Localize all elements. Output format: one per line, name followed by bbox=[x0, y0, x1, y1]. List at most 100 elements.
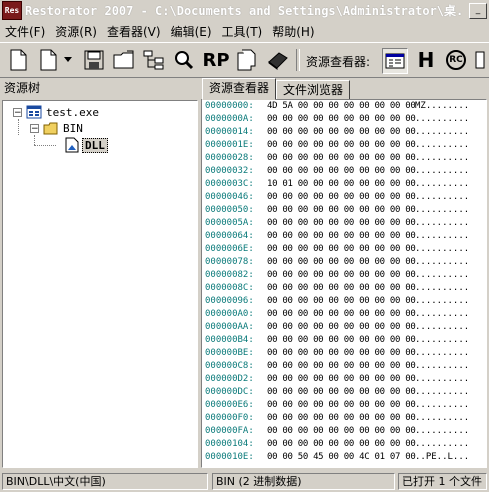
hex-row[interactable]: 0000005A: 00 00 00 00 00 00 00 00 00 00..… bbox=[202, 217, 486, 230]
minimize-button[interactable]: _ bbox=[469, 3, 487, 19]
hex-bytes: 00 00 00 00 00 00 00 00 00 00 bbox=[267, 166, 416, 176]
hex-row[interactable]: 00000028: 00 00 00 00 00 00 00 00 00 00..… bbox=[202, 152, 486, 165]
status-opened: 已打开 1 个文件 bbox=[398, 473, 487, 490]
hex-address: 00000078: bbox=[205, 257, 254, 267]
rp-button[interactable]: RP bbox=[202, 48, 229, 72]
hex-address: 000000A0: bbox=[205, 309, 254, 319]
hex-row[interactable]: 00000082: 00 00 00 00 00 00 00 00 00 00..… bbox=[202, 269, 486, 282]
status-type: BIN (2 进制数据) bbox=[212, 473, 395, 490]
hex-bytes: 00 00 00 00 00 00 00 00 00 00 bbox=[267, 335, 416, 345]
hex-row[interactable]: 000000E6: 00 00 00 00 00 00 00 00 00 00..… bbox=[202, 399, 486, 412]
menu-tools[interactable]: 工具(T) bbox=[217, 23, 268, 40]
hex-row[interactable]: 00000050: 00 00 00 00 00 00 00 00 00 00..… bbox=[202, 204, 486, 217]
toolbar: RP 资源查看器: H RC bbox=[0, 42, 489, 78]
search-icon bbox=[175, 51, 194, 70]
hex-row[interactable]: 000000AA: 00 00 00 00 00 00 00 00 00 00..… bbox=[202, 321, 486, 334]
hex-row[interactable]: 00000014: 00 00 00 00 00 00 00 00 00 00..… bbox=[202, 126, 486, 139]
hex-bytes: 00 00 00 00 00 00 00 00 00 00 bbox=[267, 296, 416, 306]
hex-address: 00000050: bbox=[205, 205, 254, 215]
tree-label-leaf: DLL bbox=[82, 137, 108, 153]
tree-node-folder[interactable]: − BIN bbox=[30, 120, 83, 136]
hex-row[interactable]: 0000000A: 00 00 00 00 00 00 00 00 00 00..… bbox=[202, 113, 486, 126]
hex-row[interactable]: 000000F0: 00 00 00 00 00 00 00 00 00 00..… bbox=[202, 412, 486, 425]
app-icon[interactable]: Res bbox=[2, 1, 22, 20]
hex-row[interactable]: 00000032: 00 00 00 00 00 00 00 00 00 00..… bbox=[202, 165, 486, 178]
find-button[interactable] bbox=[172, 48, 196, 72]
hex-bytes: 10 01 00 00 00 00 00 00 00 00 bbox=[267, 179, 416, 189]
resource-tree[interactable]: − test.exe − BIN DLL bbox=[2, 100, 198, 468]
hex-row[interactable]: 000000FA: 00 00 00 00 00 00 00 00 00 00..… bbox=[202, 425, 486, 438]
hex-bytes: 00 00 00 00 00 00 00 00 00 00 bbox=[267, 140, 416, 150]
collapse-icon[interactable]: − bbox=[30, 123, 39, 133]
hex-row[interactable]: 000000A0: 00 00 00 00 00 00 00 00 00 00..… bbox=[202, 308, 486, 321]
new-file-icon bbox=[10, 49, 27, 71]
hex-row[interactable]: 00000000: 4D 5A 00 00 00 00 00 00 00 00 MZ… bbox=[202, 100, 486, 113]
hex-bytes: 00 00 00 00 00 00 00 00 00 00 bbox=[267, 231, 416, 241]
book-icon bbox=[268, 52, 288, 70]
rc-view-button[interactable]: RC bbox=[444, 48, 468, 72]
tree-label-root: test.exe bbox=[46, 105, 99, 119]
hex-row[interactable]: 00000064: 00 00 00 00 00 00 00 00 00 00..… bbox=[202, 230, 486, 243]
open-file-button[interactable] bbox=[36, 48, 60, 72]
h-view-button[interactable]: H bbox=[414, 48, 438, 72]
tab-resource-viewer[interactable]: 资源查看器 bbox=[202, 78, 277, 100]
menu-edit[interactable]: 编辑(E) bbox=[166, 23, 217, 40]
hex-row[interactable]: 0000003C: 10 01 00 00 00 00 00 00 00 00..… bbox=[202, 178, 486, 191]
open-dropdown-button[interactable] bbox=[62, 48, 74, 72]
hex-row[interactable]: 000000BE: 00 00 00 00 00 00 00 00 00 00..… bbox=[202, 347, 486, 360]
hex-row[interactable]: 00000078: 00 00 00 00 00 00 00 00 00 00..… bbox=[202, 256, 486, 269]
window-title: Restorator 2007 - C:\Documents and Setti… bbox=[25, 4, 465, 18]
tree-connector bbox=[18, 119, 19, 135]
hex-row[interactable]: 0000008C: 00 00 00 00 00 00 00 00 00 00..… bbox=[202, 282, 486, 295]
hex-row[interactable]: 000000B4: 00 00 00 00 00 00 00 00 00 00..… bbox=[202, 334, 486, 347]
copy-pages-button[interactable] bbox=[234, 48, 258, 72]
hex-viewer[interactable]: 00000000: 4D 5A 00 00 00 00 00 00 00 00 MZ… bbox=[201, 99, 487, 468]
hex-ascii: .......... bbox=[415, 114, 470, 124]
tree-node-root[interactable]: − test.exe bbox=[13, 104, 99, 120]
resource-tree-title: 资源树 bbox=[4, 81, 41, 95]
hex-ascii: .......... bbox=[415, 140, 470, 150]
hex-ascii: .......... bbox=[415, 153, 470, 163]
hex-address: 00000046: bbox=[205, 192, 254, 202]
hex-ascii: .......... bbox=[415, 413, 470, 423]
hex-row[interactable]: 00000046: 00 00 00 00 00 00 00 00 00 00..… bbox=[202, 191, 486, 204]
hex-address: 000000C8: bbox=[205, 361, 254, 371]
hex-ascii: .......... bbox=[415, 127, 470, 137]
hex-row[interactable]: 00000096: 00 00 00 00 00 00 00 00 00 00..… bbox=[202, 295, 486, 308]
bookmark-button[interactable] bbox=[266, 48, 290, 72]
more-tools-button[interactable] bbox=[474, 48, 486, 72]
new-file-button[interactable] bbox=[6, 48, 30, 72]
hex-address: 000000AA: bbox=[205, 322, 254, 332]
hex-row[interactable]: 0000006E: 00 00 00 00 00 00 00 00 00 00..… bbox=[202, 243, 486, 256]
hex-ascii: .......... bbox=[415, 179, 470, 189]
tree-connector bbox=[34, 145, 56, 146]
menu-help[interactable]: 帮助(H) bbox=[267, 23, 319, 40]
collapse-icon[interactable]: − bbox=[13, 107, 22, 117]
hex-address: 0000008C: bbox=[205, 283, 254, 293]
tab-file-browser[interactable]: 文件浏览器 bbox=[276, 80, 351, 100]
hex-address: 000000E6: bbox=[205, 400, 254, 410]
hex-row[interactable]: 000000C8: 00 00 00 00 00 00 00 00 00 00..… bbox=[202, 360, 486, 373]
hex-row[interactable]: 0000010E: 00 00 50 45 00 00 4C 01 07 00..… bbox=[202, 451, 486, 464]
menu-viewer[interactable]: 查看器(V) bbox=[102, 23, 166, 40]
viewer-label: 资源查看器: bbox=[306, 55, 371, 69]
save-icon bbox=[84, 50, 104, 70]
resource-tree-button[interactable] bbox=[142, 48, 166, 72]
menu-file[interactable]: 文件(F) bbox=[0, 23, 50, 40]
save-button[interactable] bbox=[82, 48, 106, 72]
menu-resource[interactable]: 资源(R) bbox=[50, 23, 102, 40]
hex-view-button[interactable] bbox=[382, 48, 408, 74]
hex-bytes: 00 00 00 00 00 00 00 00 00 00 bbox=[267, 270, 416, 280]
hex-row[interactable]: 0000001E: 00 00 00 00 00 00 00 00 00 00..… bbox=[202, 139, 486, 152]
rc-view-label: RC bbox=[446, 50, 466, 70]
open-folder-button[interactable] bbox=[112, 48, 136, 72]
title-bar[interactable]: Res Restorator 2007 - C:\Documents and S… bbox=[0, 0, 489, 21]
exe-icon bbox=[26, 105, 42, 119]
hex-row[interactable]: 00000104: 00 00 00 00 00 00 00 00 00 00..… bbox=[202, 438, 486, 451]
tree-node-leaf[interactable]: DLL bbox=[65, 137, 108, 153]
folder-open-icon bbox=[43, 122, 58, 134]
hex-row[interactable]: 000000DC: 00 00 00 00 00 00 00 00 00 00..… bbox=[202, 386, 486, 399]
hex-row[interactable]: 000000D2: 00 00 00 00 00 00 00 00 00 00..… bbox=[202, 373, 486, 386]
hex-address: 00000104: bbox=[205, 439, 254, 449]
hex-ascii: .......... bbox=[415, 296, 470, 306]
